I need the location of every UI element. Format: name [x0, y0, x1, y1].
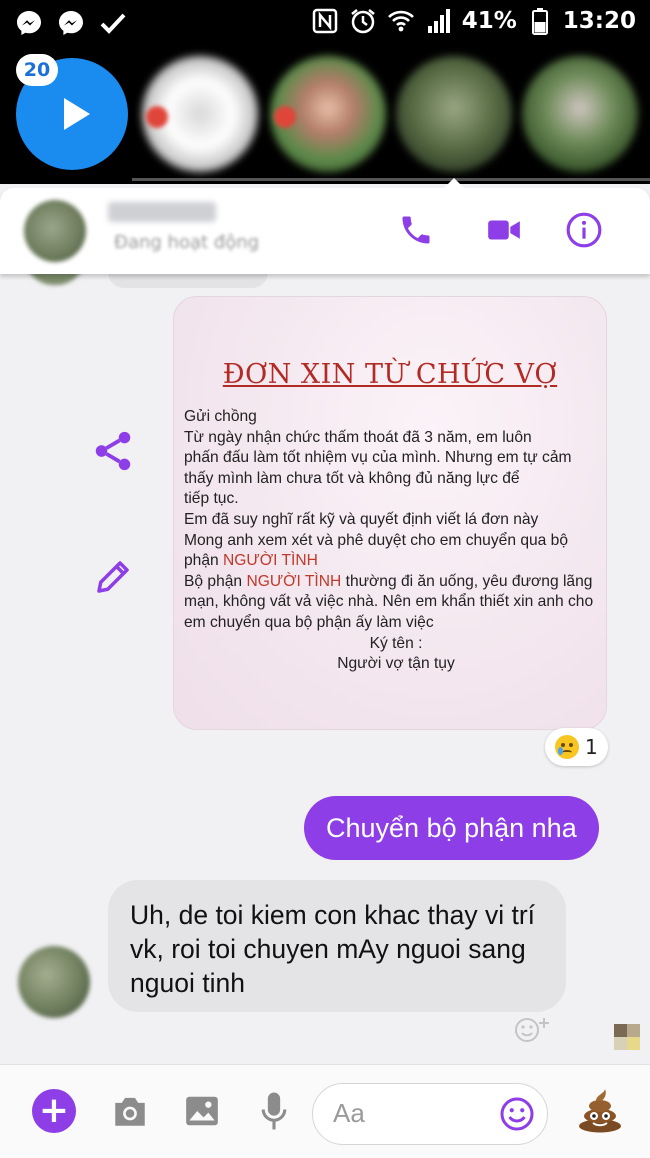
letter-line: phận NGƯỜI TÌNH [184, 551, 606, 572]
gallery-button[interactable] [178, 1087, 226, 1135]
image-icon [186, 1096, 218, 1126]
signal-icon [424, 6, 454, 36]
chat-head-2-notification-dot [274, 106, 296, 128]
chat-head-3[interactable] [396, 56, 512, 172]
battery-icon [525, 6, 555, 36]
messenger-notification-icon-2 [56, 8, 86, 38]
letter-body: Gửi chồng Từ ngày nhận chức thấm thoát đ… [184, 407, 606, 675]
clock: 13:20 [562, 8, 636, 34]
share-button[interactable] [88, 426, 138, 476]
letter-line: thấy mình làm chưa tốt và không đủ năng … [184, 469, 520, 487]
contact-avatar[interactable] [24, 200, 86, 262]
plus-icon: + [32, 1089, 76, 1133]
info-button[interactable] [564, 210, 604, 250]
microphone-icon [261, 1092, 287, 1130]
letter-line: em chuyển qua bộ phận ấy làm việc [184, 613, 434, 631]
chat-head-1-notification-dot [146, 106, 168, 128]
letter-line: Mong anh xem xét và phê duyệt cho em chu… [184, 531, 569, 549]
share-icon [95, 431, 131, 471]
messenger-notification-icon [14, 8, 44, 38]
pencil-icon [97, 561, 129, 593]
conversation-header: Đang hoạt động [0, 188, 650, 274]
contact-name-redacted[interactable] [108, 202, 216, 222]
add-reaction-button[interactable] [510, 1014, 556, 1044]
quick-emoji-button[interactable] [574, 1087, 626, 1135]
highlighted-text: NGƯỜI TÌNH [223, 552, 318, 570]
play-icon [64, 98, 90, 130]
chat-head-pointer [444, 178, 464, 188]
check-icon [98, 8, 128, 38]
chat-heads-strip: 20 [0, 48, 650, 184]
phone-icon [402, 216, 430, 244]
battery-percent: 41% [461, 8, 517, 34]
camera-icon [115, 1097, 145, 1126]
alarm-icon [348, 6, 378, 36]
reaction-count: 1 [585, 735, 598, 759]
letter-line: Gửi chồng [184, 408, 257, 425]
emoji-button[interactable] [499, 1096, 535, 1132]
more-actions-button[interactable]: + [30, 1087, 78, 1135]
sent-message-bubble[interactable]: Chuyển bộ phận nha [304, 796, 599, 860]
letter-image-message[interactable]: ĐƠN XIN TỪ CHỨC VỢ Gửi chồng Từ ngày nhậ… [173, 296, 607, 730]
received-message-bubble[interactable]: Uh, de toi kiem con khac thay vi trí vk,… [108, 880, 566, 1012]
contact-status: Đang hoạt động [114, 232, 260, 253]
info-icon [566, 212, 602, 248]
letter-line: Bộ phận NGƯỜI TÌNH thường đi ăn uống, yê… [184, 572, 606, 593]
status-bar: 41% 13:20 [0, 0, 650, 48]
letter-line: tiếp tục. [184, 490, 239, 508]
call-button[interactable] [396, 210, 436, 250]
unread-badge: 20 [16, 54, 58, 86]
watermark-pixels [614, 1024, 640, 1050]
letter-line: phấn đấu làm tốt nhiệm vụ của mình. Nhưn… [184, 449, 572, 467]
message-composer: + Aa [0, 1064, 650, 1158]
smiley-icon [500, 1097, 534, 1131]
letter-text: Bộ phận [184, 572, 247, 590]
letter-line: mạn, không vất vả việc nhà. Nên em khẩn … [184, 593, 594, 611]
letter-signature-label: Ký tên : [369, 634, 423, 652]
letter-text: phận [184, 552, 224, 570]
chat-head-4[interactable] [522, 56, 638, 172]
edit-button[interactable] [88, 552, 138, 602]
camera-button[interactable] [106, 1087, 154, 1135]
message-input[interactable]: Aa [312, 1083, 548, 1145]
crying-face-icon [555, 735, 579, 759]
video-call-button[interactable] [484, 210, 524, 250]
letter-line: Từ ngày nhận chức thấm thoát đã 3 năm, e… [184, 428, 532, 446]
highlighted-text: NGƯỜI TÌNH [246, 572, 342, 590]
poop-emoji-icon [579, 1089, 621, 1133]
video-camera-icon [488, 220, 520, 240]
message-reaction[interactable]: 1 [545, 728, 608, 766]
letter-text: thường đi ăn uống, yêu đương lãng [341, 572, 593, 590]
message-input-placeholder: Aa [333, 1098, 365, 1128]
voice-message-button[interactable] [250, 1087, 298, 1135]
letter-title: ĐƠN XIN TỪ CHỨC VỢ [222, 359, 558, 390]
letter-signature: Người vợ tận tụy [337, 655, 455, 673]
nfc-icon [310, 6, 340, 36]
sender-avatar[interactable] [18, 946, 90, 1018]
add-reaction-icon [515, 1018, 549, 1042]
chat-heads-divider [132, 178, 650, 181]
letter-line: Em đã suy nghĩ rất kỹ và quyết định viết… [184, 510, 539, 528]
wifi-icon [386, 6, 416, 36]
